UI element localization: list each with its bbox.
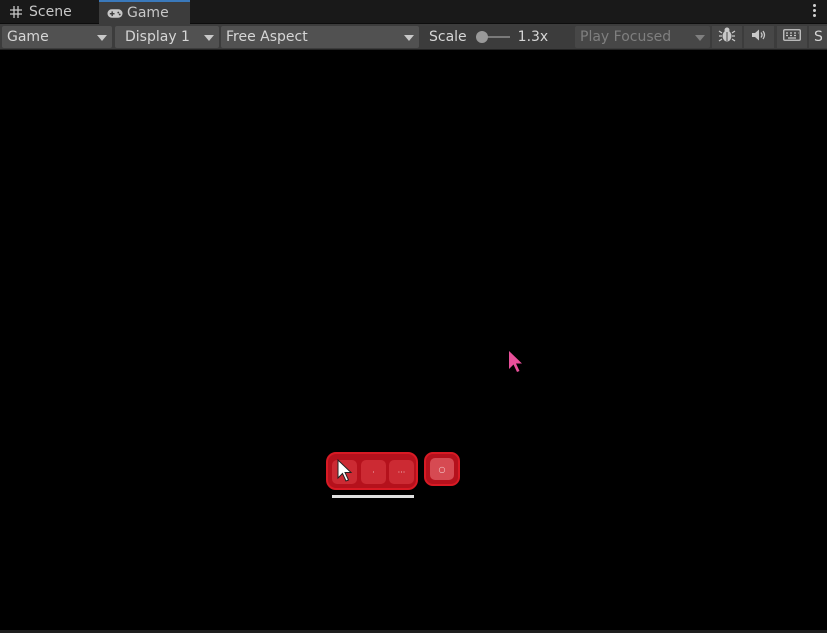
display-select-dropdown[interactable]: Display 1 <box>115 26 219 48</box>
aspect-select-dropdown[interactable]: Free Aspect <box>221 26 419 48</box>
hud-toolbar: · ··· <box>326 452 418 490</box>
scale-control: Scale 1.3x <box>422 24 572 50</box>
gamepad-icon <box>107 6 123 20</box>
game-view-toolbar: Game Display 1 Free Aspect Scale 1.3x Pl… <box>0 24 827 50</box>
shortcuts-button[interactable] <box>777 26 807 48</box>
scale-label: Scale <box>429 29 467 45</box>
chevron-down-icon <box>204 35 214 41</box>
hud-slot-3-glyph: ··· <box>397 467 406 477</box>
aspect-select-value: Free Aspect <box>226 29 308 45</box>
view-select-dropdown[interactable]: Game <box>2 26 112 48</box>
hud-slot-3[interactable]: ··· <box>389 460 414 484</box>
keyboard-icon <box>783 29 801 45</box>
hud-single-slot[interactable]: ○ <box>430 458 454 480</box>
editor-tab-bar: Scene Game <box>0 0 827 24</box>
tab-game-label: Game <box>127 5 169 21</box>
display-select-value: Display 1 <box>125 29 190 45</box>
more-options-icon[interactable] <box>813 4 817 20</box>
mute-audio-button[interactable] <box>744 26 774 48</box>
cursor-arrow-icon <box>336 458 354 485</box>
scale-slider-handle[interactable] <box>475 31 488 43</box>
hud-single-button: ○ <box>424 452 460 486</box>
hud-underline-bar <box>332 495 414 498</box>
hud-single-slot-glyph: ○ <box>438 464 446 474</box>
gizmos-button[interactable] <box>712 26 742 48</box>
chevron-down-icon <box>695 35 705 41</box>
hud-slot-pointer[interactable] <box>332 458 357 485</box>
stats-button[interactable]: S <box>809 26 827 48</box>
play-mode-value: Play Focused <box>580 29 672 45</box>
pink-pointer-cursor-icon <box>508 350 524 378</box>
tab-scene-label: Scene <box>29 4 72 20</box>
scale-value: 1.3x <box>517 29 549 45</box>
game-viewport[interactable] <box>0 50 827 630</box>
view-select-value: Game <box>7 29 49 45</box>
speaker-icon <box>751 28 767 46</box>
grid-icon <box>8 5 24 19</box>
tab-scene[interactable]: Scene <box>0 0 96 24</box>
play-mode-dropdown[interactable]: Play Focused <box>575 26 710 48</box>
bug-icon <box>718 26 736 48</box>
chevron-down-icon <box>404 35 414 41</box>
stats-button-label: S <box>814 29 823 45</box>
scale-slider[interactable] <box>475 30 510 44</box>
hud-slot-2[interactable]: · <box>361 460 386 484</box>
hud-slot-2-glyph: · <box>372 467 375 477</box>
tab-game[interactable]: Game <box>99 0 190 24</box>
chevron-down-icon <box>97 35 107 41</box>
